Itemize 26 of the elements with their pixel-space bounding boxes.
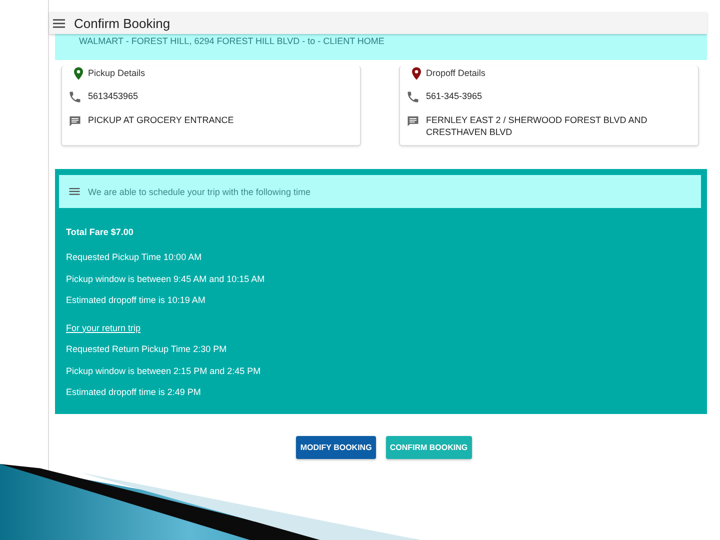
- menu-icon[interactable]: [53, 18, 65, 28]
- list-icon: [69, 188, 80, 195]
- phone-number: 5613453965: [88, 90, 138, 102]
- map-pin-icon: [74, 66, 83, 80]
- page-title: Confirm Booking: [74, 16, 170, 30]
- card-title: Pickup Details: [88, 68, 146, 78]
- route-text: WALMART - FOREST HILL, 6294 FOREST HILL BLVD - to - CLIENT HOME: [78, 36, 384, 46]
- phone-number: 561-345-3965: [426, 90, 482, 102]
- total-fare: Total Fare $7.00: [66, 226, 134, 238]
- phone-icon: [68, 90, 82, 104]
- trip-time-line: Estimated dropoff time is 2:49 PM: [66, 386, 202, 398]
- modify-button[interactable]: MODIFY BOOKING: [296, 436, 376, 459]
- schedule-message: We are able to schedule your trip with the following time: [88, 186, 310, 196]
- trip-time-line: Estimated dropoff time is 10:19 AM: [66, 294, 206, 306]
- trip-note: FERNLEY EAST 2 / SHERWOOD FOREST BLVD AND CRESTHAVEN BLVD: [426, 114, 648, 138]
- trip-time-line: Requested Pickup Time 10:00 AM: [66, 251, 203, 263]
- return-trip-heading: For your return trip: [66, 322, 142, 334]
- trip-time-line: Requested Return Pickup Time 2:30 PM: [66, 343, 228, 355]
- trip-time-line: Pickup window is between 9:45 AM and 10:15 AM: [66, 272, 266, 284]
- trip-note: PICKUP AT GROCERY ENTRANCE: [88, 114, 234, 126]
- phone-icon: [406, 90, 420, 104]
- card-title: Dropoff Details: [426, 68, 486, 78]
- comment-icon: [406, 114, 420, 128]
- map-pin-icon: [412, 66, 421, 80]
- comment-icon: [68, 114, 82, 128]
- trip-time-line: Pickup window is between 2:15 PM and 2:45 PM: [66, 364, 262, 376]
